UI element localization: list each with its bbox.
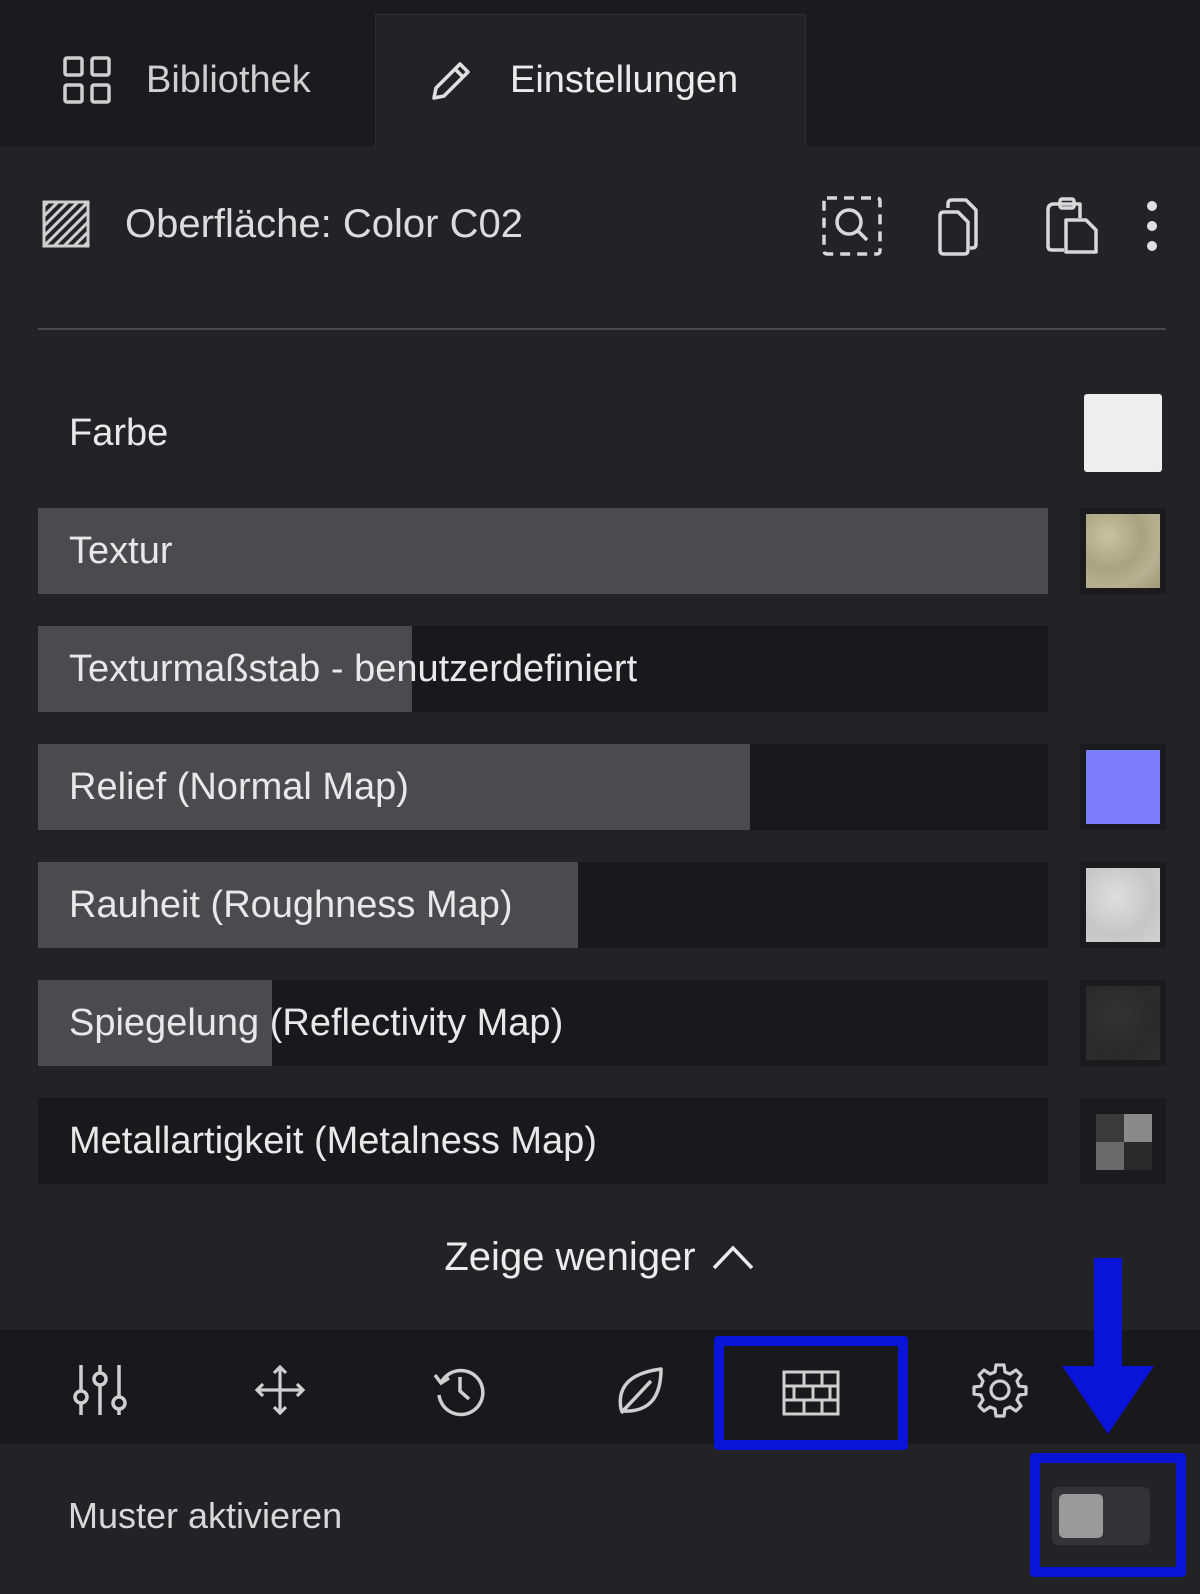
- texture-lightgrey: [1086, 868, 1160, 942]
- property-row-texture[interactable]: Textur: [38, 508, 1048, 594]
- property-label: Spiegelung (Reflectivity Map): [69, 1002, 564, 1044]
- texture-dark: [1086, 986, 1160, 1060]
- tab-settings[interactable]: Einstellungen: [375, 14, 806, 146]
- copy-button[interactable]: [930, 194, 994, 258]
- select-area-icon: [822, 196, 882, 256]
- pattern-enable-toggle[interactable]: [1052, 1487, 1150, 1545]
- surface-title: Oberfläche: Color C02: [125, 202, 523, 246]
- adjustments-button[interactable]: [50, 1340, 150, 1440]
- texture-beige: [1086, 514, 1160, 588]
- property-row-metalness-map[interactable]: Metallartigkeit (Metalness Map): [38, 1098, 1048, 1184]
- property-row-reflectivity-map[interactable]: Spiegelung (Reflectivity Map): [38, 980, 1048, 1066]
- property-label: Rauheit (Roughness Map): [69, 884, 513, 926]
- property-label: Textur: [69, 530, 173, 572]
- property-label: Relief (Normal Map): [69, 766, 409, 808]
- property-row-texture-scale[interactable]: Texturmaßstab - benutzerdefiniert: [38, 626, 1048, 712]
- pencil-icon: [426, 56, 476, 106]
- settings-button[interactable]: [950, 1340, 1050, 1440]
- tab-library[interactable]: Bibliothek: [0, 14, 375, 146]
- grid-icon: [62, 55, 112, 105]
- texture-swatch[interactable]: [1080, 508, 1166, 594]
- tab-settings-label: Einstellungen: [510, 59, 739, 101]
- property-row-color[interactable]: Farbe: [38, 390, 1048, 476]
- property-row-roughness-map[interactable]: Rauheit (Roughness Map): [38, 862, 1048, 948]
- move-icon: [254, 1364, 306, 1416]
- normal-map-preview: [1086, 750, 1160, 824]
- gear-icon: [972, 1363, 1028, 1418]
- pattern-tool-button[interactable]: [714, 1336, 908, 1450]
- checker-icon: [1096, 1114, 1152, 1170]
- divider: [38, 328, 1166, 330]
- brick-pattern-icon: [782, 1370, 840, 1416]
- show-less-button[interactable]: Zeige weniger: [0, 1222, 1200, 1292]
- color-preview: [1084, 394, 1162, 472]
- paste-button[interactable]: [1040, 194, 1104, 258]
- property-label: Texturmaßstab - benutzerdefiniert: [69, 648, 638, 690]
- show-less-label: Zeige weniger: [444, 1234, 696, 1279]
- property-row-normal-map[interactable]: Relief (Normal Map): [38, 744, 1048, 830]
- property-label: Metallartigkeit (Metalness Map): [69, 1120, 597, 1162]
- sustainability-button[interactable]: [590, 1340, 690, 1440]
- move-button[interactable]: [230, 1340, 330, 1440]
- chevron-up-icon: [712, 1245, 753, 1270]
- property-label: Farbe: [69, 412, 169, 454]
- history-button[interactable]: [410, 1340, 510, 1440]
- hatched-surface-icon: [42, 200, 90, 248]
- normal-map-swatch[interactable]: [1080, 744, 1166, 830]
- texture-fill: [38, 508, 1048, 594]
- select-area-button[interactable]: [820, 194, 884, 258]
- sliders-icon: [73, 1365, 127, 1415]
- annotation-arrow-icon: [1062, 1258, 1154, 1434]
- paste-icon: [1046, 197, 1098, 254]
- tab-library-label: Bibliothek: [146, 58, 311, 101]
- toggle-knob: [1059, 1494, 1103, 1538]
- more-vertical-icon: [1147, 201, 1157, 251]
- leaf-icon: [618, 1367, 663, 1415]
- copy-icon: [938, 198, 978, 256]
- more-options-button[interactable]: [1120, 194, 1184, 258]
- color-swatch[interactable]: [1080, 390, 1166, 476]
- roughness-map-swatch[interactable]: [1080, 862, 1166, 948]
- pattern-enable-label: Muster aktivieren: [68, 1495, 343, 1536]
- history-icon: [433, 1368, 485, 1417]
- metalness-map-swatch[interactable]: [1080, 1098, 1166, 1184]
- reflectivity-map-swatch[interactable]: [1080, 980, 1166, 1066]
